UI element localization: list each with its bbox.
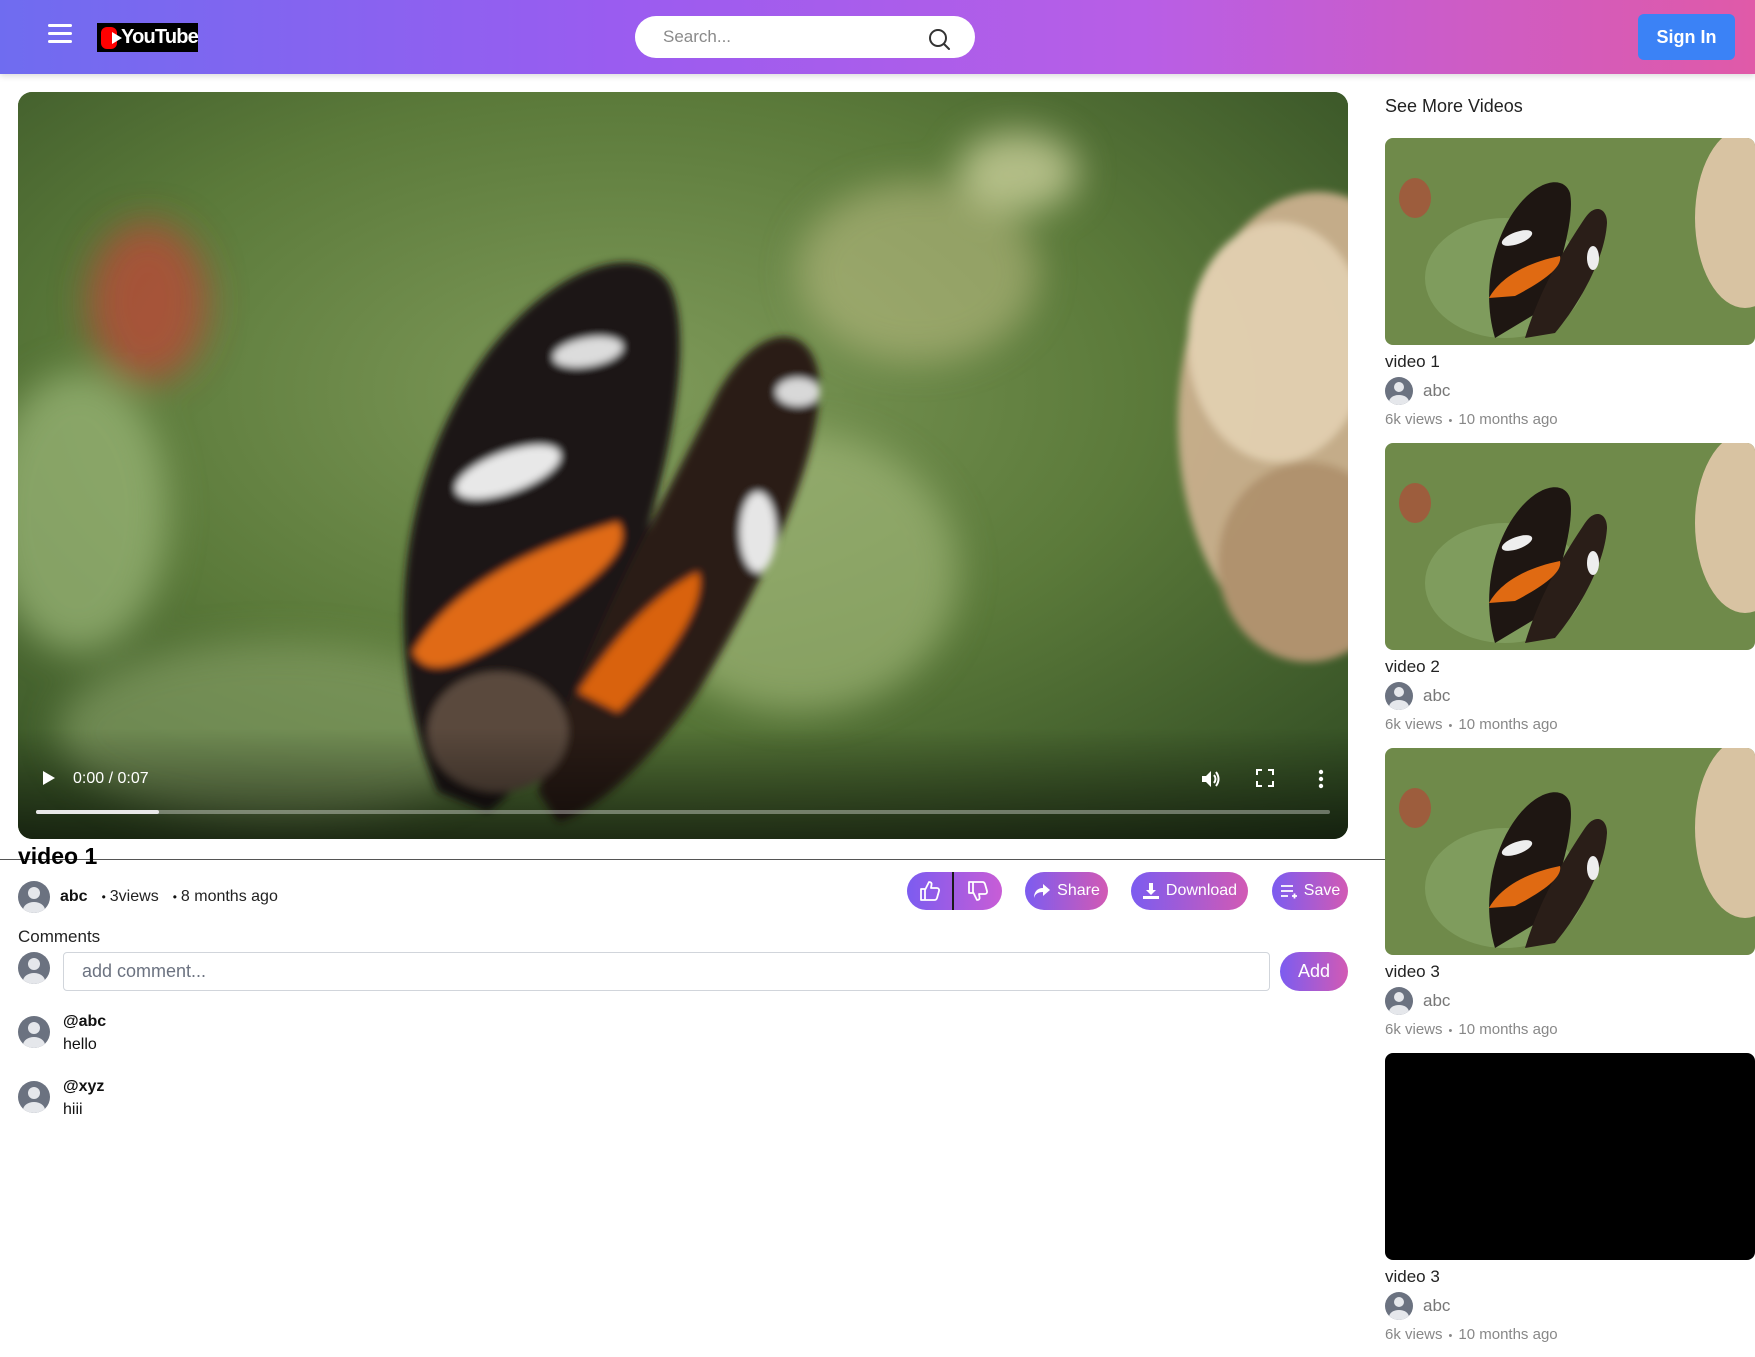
channel-name[interactable]: abc	[1423, 991, 1450, 1011]
hamburger-menu-icon[interactable]	[44, 24, 76, 50]
add-comment-button[interactable]: Add	[1280, 952, 1348, 991]
logo-text: YouTube	[121, 26, 199, 48]
video-stats: 6k views • 10 months ago	[1385, 411, 1755, 428]
recommended-video-card[interactable]: video 3 abc 6k views • 10 months ago	[1385, 1053, 1755, 1343]
butterfly-thumbnail-image	[1385, 138, 1755, 345]
view-count: 6k views	[1385, 1326, 1443, 1343]
channel-name[interactable]: abc	[1423, 381, 1450, 401]
comments-heading: Comments	[18, 927, 101, 946]
like-button[interactable]	[907, 872, 954, 910]
upload-age: 8 months ago	[180, 888, 278, 905]
video-frame-butterfly	[18, 92, 1348, 839]
channel-name[interactable]: abc	[60, 888, 88, 906]
channel-avatar[interactable]	[1385, 1292, 1413, 1320]
upload-age: 10 months ago	[1458, 716, 1558, 733]
share-icon	[1034, 884, 1051, 898]
separator-dot: •	[172, 890, 177, 904]
channel-row: abc	[1385, 987, 1755, 1015]
download-button[interactable]: Download	[1131, 872, 1248, 910]
player-controls: 0:00 / 0:07	[18, 729, 1348, 839]
video-thumbnail[interactable]	[1385, 748, 1755, 955]
recommended-video-card[interactable]: video 3 abc 6k views • 10 months ago	[1385, 748, 1755, 1038]
butterfly-thumbnail-image	[1385, 443, 1755, 650]
dislike-button[interactable]	[954, 872, 1001, 910]
separator-dot: •	[1448, 720, 1453, 732]
channel-avatar[interactable]	[18, 881, 50, 913]
video-title[interactable]: video 3	[1385, 962, 1755, 982]
save-label: Save	[1303, 882, 1341, 899]
upload-age: 10 months ago	[1458, 1326, 1558, 1343]
play-icon[interactable]	[42, 770, 56, 786]
current-user-avatar	[18, 952, 50, 984]
view-count: 6k views	[1385, 1021, 1443, 1038]
thumbs-down-icon	[967, 881, 988, 901]
video-stats: 6k views • 10 months ago	[1385, 1326, 1755, 1343]
view-count: 3views	[109, 888, 159, 905]
comment-text: hiii	[63, 1101, 83, 1118]
more-options-icon[interactable]	[1318, 769, 1324, 789]
like-dislike-group	[907, 872, 1002, 910]
channel-row: abc	[1385, 1292, 1755, 1320]
time-display: 0:00 / 0:07	[73, 770, 149, 787]
search-bar	[635, 16, 975, 58]
separator-dot: •	[1448, 1330, 1453, 1342]
separator-dot: •	[101, 890, 106, 904]
video-title[interactable]: video 2	[1385, 657, 1755, 677]
comment-input[interactable]	[63, 952, 1270, 991]
recommended-video-card[interactable]: video 1 abc 6k views • 10 months ago	[1385, 138, 1755, 428]
progress-fill	[36, 810, 159, 814]
channel-name[interactable]: abc	[1423, 686, 1450, 706]
upload-age: 10 months ago	[1458, 1021, 1558, 1038]
sign-in-button[interactable]: Sign In	[1638, 14, 1735, 60]
comment-author[interactable]: @abc	[63, 1013, 106, 1031]
video-stats: 6k views • 10 months ago	[1385, 716, 1755, 733]
save-button[interactable]: Save	[1272, 872, 1348, 910]
video-thumbnail[interactable]	[1385, 138, 1755, 345]
comment-avatar[interactable]	[18, 1016, 50, 1048]
share-label: Share	[1057, 882, 1100, 899]
download-label: Download	[1165, 882, 1238, 899]
video-title: video 1	[18, 843, 98, 869]
search-icon[interactable]	[927, 27, 951, 51]
separator-dot: •	[1448, 415, 1453, 427]
butterfly-thumbnail-image	[1385, 748, 1755, 955]
video-thumbnail[interactable]	[1385, 443, 1755, 650]
fullscreen-icon[interactable]	[1256, 769, 1274, 787]
youtube-logo[interactable]: YouTube	[97, 23, 199, 52]
channel-row: abc	[1385, 377, 1755, 405]
channel-row: abc	[1385, 682, 1755, 710]
video-title[interactable]: video 3	[1385, 1267, 1755, 1287]
comment-avatar[interactable]	[18, 1081, 50, 1113]
progress-bar[interactable]	[36, 810, 1330, 814]
share-button[interactable]: Share	[1025, 872, 1108, 910]
channel-avatar[interactable]	[1385, 987, 1413, 1015]
volume-icon[interactable]	[1200, 768, 1222, 790]
upload-age: 10 months ago	[1458, 411, 1558, 428]
view-count: 6k views	[1385, 411, 1443, 428]
comment-text: hello	[63, 1036, 97, 1053]
see-more-heading: See More Videos	[1385, 96, 1523, 116]
channel-avatar[interactable]	[1385, 682, 1413, 710]
video-stats: 6k views • 10 months ago	[1385, 1021, 1755, 1038]
separator-dot: •	[1448, 1025, 1453, 1037]
view-count: 6k views	[1385, 716, 1443, 733]
comment-author[interactable]: @xyz	[63, 1078, 104, 1096]
video-thumbnail[interactable]	[1385, 1053, 1755, 1260]
video-player[interactable]: 0:00 / 0:07	[18, 92, 1348, 839]
recommended-video-card[interactable]: video 2 abc 6k views • 10 months ago	[1385, 443, 1755, 733]
search-input[interactable]	[663, 16, 913, 58]
video-title[interactable]: video 1	[1385, 352, 1755, 372]
playlist-add-icon	[1280, 885, 1297, 899]
channel-name[interactable]: abc	[1423, 1296, 1450, 1316]
channel-avatar[interactable]	[1385, 377, 1413, 405]
thumbs-up-icon	[919, 881, 940, 901]
download-icon	[1142, 883, 1159, 899]
top-navbar: YouTube Sign In	[0, 0, 1755, 74]
video-meta: abc • 3views • 8 months ago	[18, 880, 278, 914]
youtube-play-icon	[101, 26, 123, 49]
